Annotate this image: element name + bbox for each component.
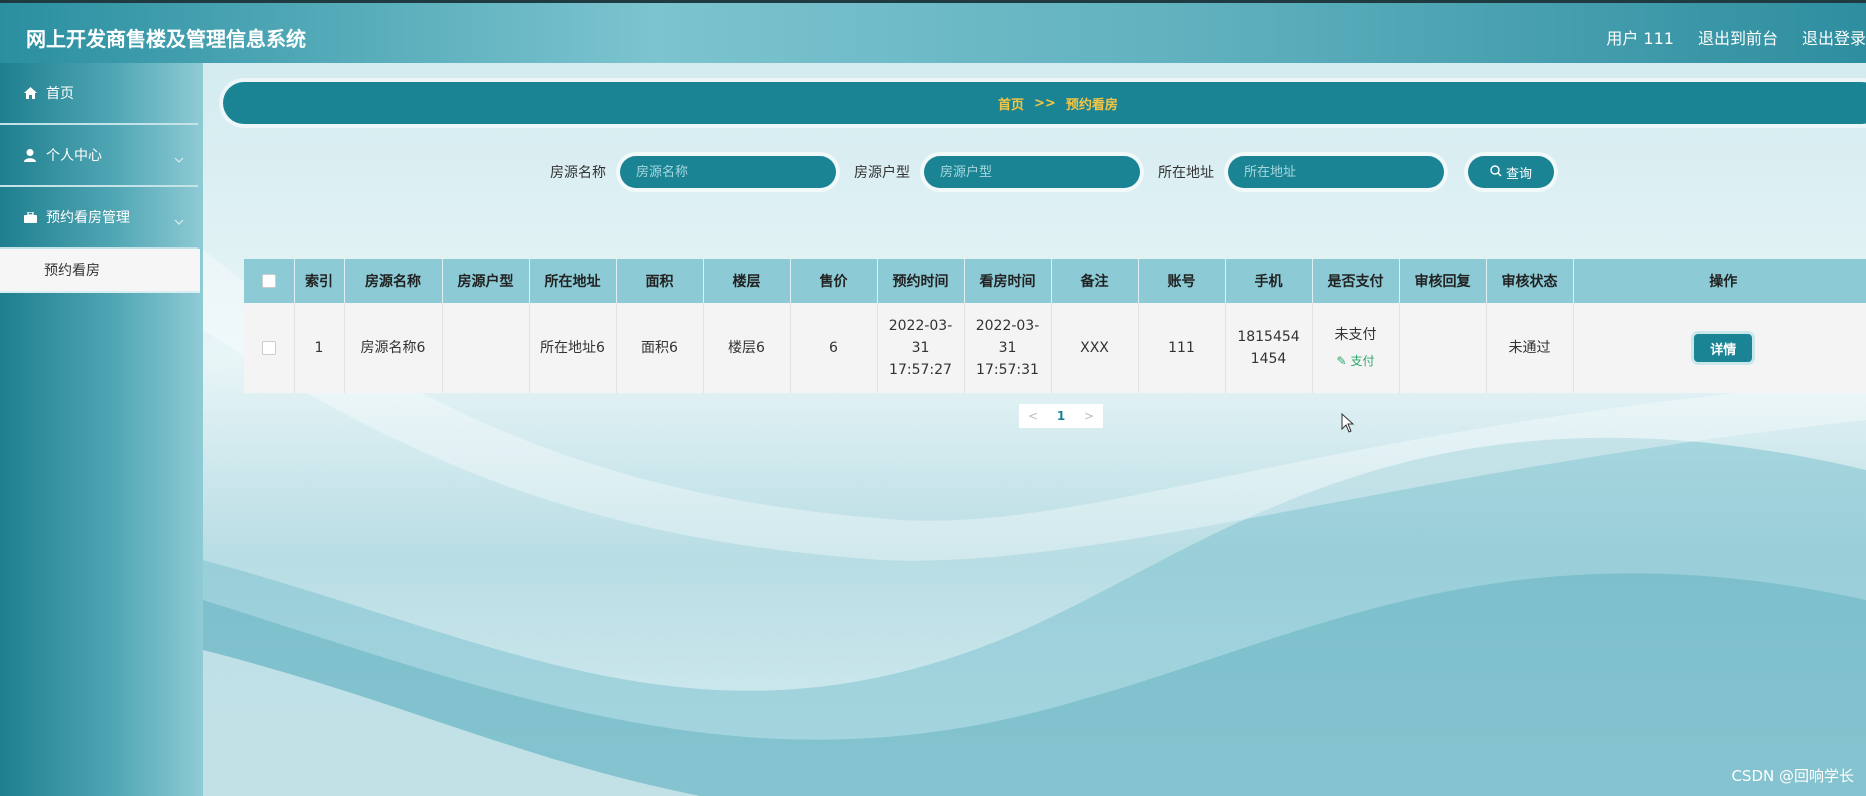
house-name-input[interactable] — [620, 156, 836, 188]
chevron-down-icon — [174, 151, 184, 167]
cell-view-time: 2022-03-31 17:57:31 — [964, 303, 1052, 393]
search-button[interactable]: 查询 — [1468, 156, 1554, 188]
col-header: 是否支付 — [1312, 259, 1400, 303]
breadcrumb: 首页 >> 预约看房 — [223, 82, 1866, 124]
cell-note: XXX — [1051, 303, 1139, 393]
cell-index: 1 — [294, 303, 345, 393]
cell-account: 111 — [1138, 303, 1226, 393]
watermark: CSDN @回响学长 — [1731, 767, 1854, 785]
address-label: 所在地址 — [1158, 165, 1214, 181]
cell-appoint-time: 2022-03-31 17:57:27 — [877, 303, 965, 393]
row-checkbox[interactable] — [261, 341, 276, 355]
select-all-checkbox[interactable] — [261, 274, 276, 288]
col-header: 审核状态 — [1486, 259, 1574, 303]
row-select-cell — [244, 303, 295, 393]
search-icon — [1490, 164, 1502, 180]
col-header: 面积 — [616, 259, 704, 303]
user-icon — [24, 148, 40, 162]
logout-link[interactable]: 退出登录 — [1802, 25, 1866, 49]
search-bar: 房源名称 房源户型 所在地址 查询 — [550, 156, 1554, 188]
sidebar-item-home[interactable]: 首页 — [0, 63, 198, 125]
pagination: < 1 > — [1019, 404, 1103, 428]
cell-address: 所在地址6 — [529, 303, 617, 393]
prev-page-button[interactable]: < — [1019, 404, 1047, 428]
breadcrumb-separator: >> — [1034, 95, 1056, 111]
col-header: 房源名称 — [344, 259, 443, 303]
pay-link[interactable]: ✎ 支付 — [1313, 350, 1399, 372]
table-row: 1 房源名称6 所在地址6 面积6 楼层6 6 2022-03-31 17:57… — [244, 303, 1866, 393]
top-bar: 网上开发商售楼及管理信息系统 用户 111 退出到前台 退出登录 — [0, 0, 1866, 63]
cell-price: 6 — [790, 303, 878, 393]
col-header: 审核回复 — [1399, 259, 1487, 303]
appointment-table: 索引 房源名称 房源户型 所在地址 面积 楼层 售价 预约时间 看房时间 备注 … — [244, 259, 1866, 393]
col-header: 备注 — [1051, 259, 1139, 303]
chevron-down-icon — [174, 213, 184, 229]
col-header: 看房时间 — [964, 259, 1052, 303]
col-header: 所在地址 — [529, 259, 617, 303]
top-right-menu: 用户 111 退出到前台 退出登录 — [1606, 25, 1866, 49]
briefcase-icon — [24, 211, 40, 223]
house-type-label: 房源户型 — [854, 165, 910, 181]
cell-type — [442, 303, 530, 393]
page-1-button[interactable]: 1 — [1047, 404, 1075, 428]
next-page-button[interactable]: > — [1075, 404, 1103, 428]
col-header: 预约时间 — [877, 259, 965, 303]
sidebar: 首页 个人中心 预约看房管理 预约看房 — [0, 63, 203, 796]
sidebar-subitem-appointment[interactable]: 预约看房 — [0, 249, 200, 293]
col-header: 索引 — [294, 259, 345, 303]
select-all-cell — [244, 259, 295, 303]
detail-button[interactable]: 详情 — [1694, 334, 1753, 362]
user-label: 用户 111 — [1606, 29, 1674, 48]
home-icon — [24, 87, 40, 99]
cell-action: 详情 — [1573, 303, 1866, 393]
house-type-input[interactable] — [924, 156, 1140, 188]
sidebar-item-label: 个人中心 — [46, 148, 102, 164]
sidebar-item-label: 预约看房管理 — [46, 210, 130, 226]
sidebar-item-label: 首页 — [46, 86, 74, 102]
paid-status: 未支付 — [1334, 327, 1377, 343]
cell-phone: 18154541454 — [1225, 303, 1313, 393]
table-header-row: 索引 房源名称 房源户型 所在地址 面积 楼层 售价 预约时间 看房时间 备注 … — [244, 259, 1866, 303]
cell-name: 房源名称6 — [344, 303, 443, 393]
cell-status: 未通过 — [1486, 303, 1574, 393]
sidebar-item-appointment-mgmt[interactable]: 预约看房管理 — [0, 187, 198, 249]
col-header: 手机 — [1225, 259, 1313, 303]
edit-icon: ✎ — [1336, 354, 1347, 368]
cell-floor: 楼层6 — [703, 303, 791, 393]
col-header: 售价 — [790, 259, 878, 303]
app-title: 网上开发商售楼及管理信息系统 — [26, 27, 306, 51]
breadcrumb-home[interactable]: 首页 — [998, 94, 1024, 113]
mouse-cursor-icon — [1341, 413, 1355, 433]
back-to-front-link[interactable]: 退出到前台 — [1698, 25, 1778, 49]
col-header: 楼层 — [703, 259, 791, 303]
col-header: 操作 — [1573, 259, 1866, 303]
col-header: 房源户型 — [442, 259, 530, 303]
cell-paid: 未支付 ✎ 支付 — [1312, 303, 1400, 393]
col-header: 账号 — [1138, 259, 1226, 303]
sidebar-item-profile[interactable]: 个人中心 — [0, 125, 198, 187]
breadcrumb-current: 预约看房 — [1065, 97, 1118, 113]
address-input[interactable] — [1228, 156, 1444, 188]
cell-area: 面积6 — [616, 303, 704, 393]
house-name-label: 房源名称 — [550, 165, 606, 181]
cell-reply — [1399, 303, 1487, 393]
search-button-label: 查询 — [1505, 165, 1532, 181]
pay-link-label: 支付 — [1350, 354, 1375, 368]
